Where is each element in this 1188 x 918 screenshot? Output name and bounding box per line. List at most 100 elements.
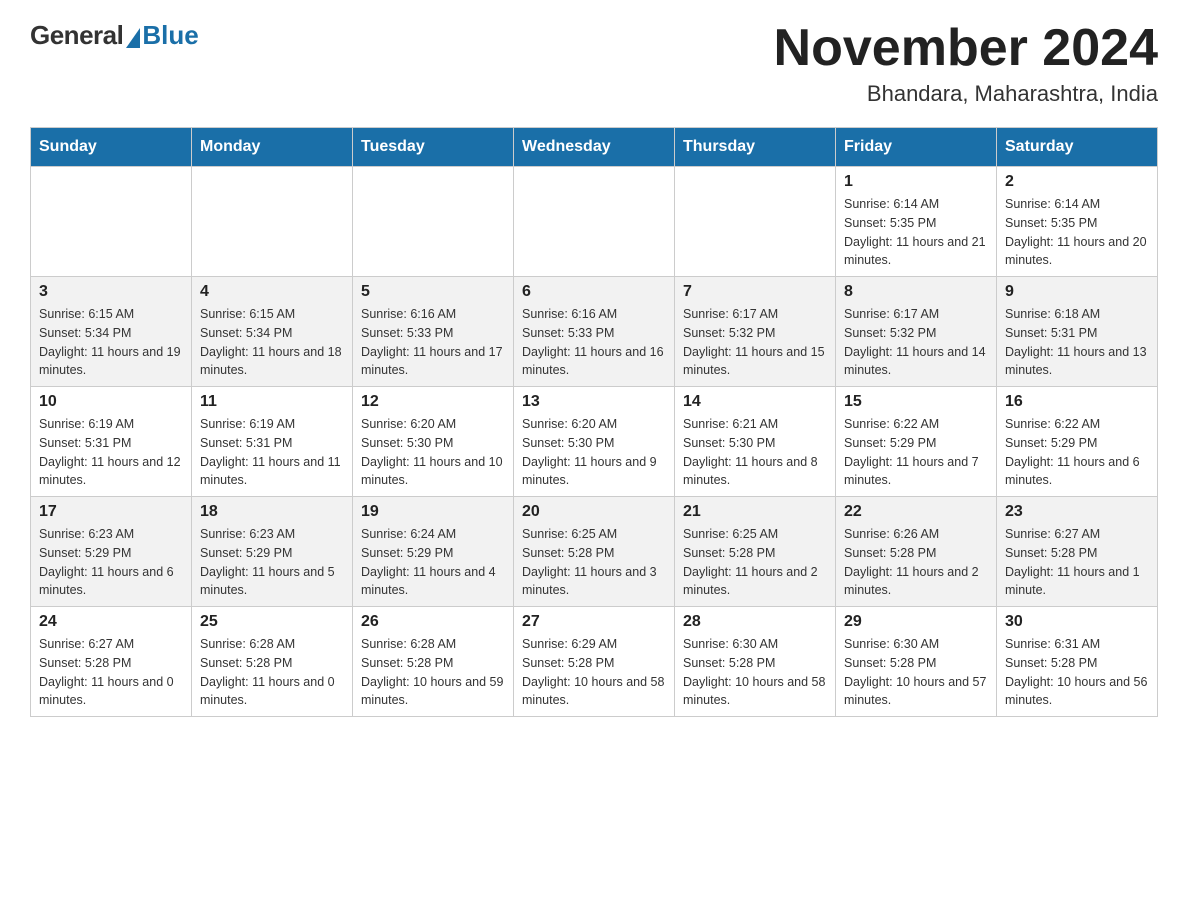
day-number: 17: [39, 503, 183, 521]
calendar-cell: 5 Sunrise: 6:16 AMSunset: 5:33 PMDaylight…: [353, 277, 514, 387]
logo: General Blue: [30, 20, 199, 51]
day-number: 2: [1005, 173, 1149, 191]
header-sunday: Sunday: [31, 128, 192, 167]
calendar-cell: [675, 167, 836, 277]
day-number: 26: [361, 613, 505, 631]
day-number: 7: [683, 283, 827, 301]
day-info: Sunrise: 6:26 AMSunset: 5:28 PMDaylight:…: [844, 525, 988, 600]
calendar-cell: 8 Sunrise: 6:17 AMSunset: 5:32 PMDaylight…: [836, 277, 997, 387]
location-title: Bhandara, Maharashtra, India: [774, 81, 1158, 107]
day-number: 30: [1005, 613, 1149, 631]
calendar-cell: 2Sunrise: 6:14 AMSunset: 5:35 PMDaylight…: [997, 167, 1158, 277]
calendar-cell: 14 Sunrise: 6:21 AMSunset: 5:30 PMDayligh…: [675, 387, 836, 497]
calendar-cell: 12Sunrise: 6:20 AMSunset: 5:30 PMDayligh…: [353, 387, 514, 497]
day-info: Sunrise: 6:20 AMSunset: 5:30 PMDaylight:…: [361, 415, 505, 490]
page-header: General Blue November 2024 Bhandara, Mah…: [30, 20, 1158, 107]
calendar-cell: 29 Sunrise: 6:30 AMSunset: 5:28 PMDayligh…: [836, 607, 997, 717]
day-number: 11: [200, 393, 344, 411]
calendar-cell: 3 Sunrise: 6:15 AMSunset: 5:34 PMDaylight…: [31, 277, 192, 387]
day-number: 28: [683, 613, 827, 631]
day-number: 5: [361, 283, 505, 301]
day-info: Sunrise: 6:28 AMSunset: 5:28 PMDaylight:…: [200, 635, 344, 710]
week-row-1: 1 Sunrise: 6:14 AMSunset: 5:35 PMDaylight…: [31, 167, 1158, 277]
day-info: Sunrise: 6:21 AMSunset: 5:30 PMDaylight:…: [683, 415, 827, 490]
header-monday: Monday: [192, 128, 353, 167]
day-number: 14: [683, 393, 827, 411]
logo-triangle-icon: [126, 28, 140, 48]
day-info: Sunrise: 6:30 AMSunset: 5:28 PMDaylight:…: [844, 635, 988, 710]
day-info: Sunrise: 6:24 AMSunset: 5:29 PMDaylight:…: [361, 525, 505, 600]
day-number: 10: [39, 393, 183, 411]
calendar-cell: 11 Sunrise: 6:19 AMSunset: 5:31 PMDayligh…: [192, 387, 353, 497]
day-info: Sunrise: 6:17 AMSunset: 5:32 PMDaylight:…: [844, 305, 988, 380]
calendar-table: SundayMondayTuesdayWednesdayThursdayFrid…: [30, 127, 1158, 717]
calendar-cell: 24Sunrise: 6:27 AMSunset: 5:28 PMDayligh…: [31, 607, 192, 717]
calendar-cell: 15Sunrise: 6:22 AMSunset: 5:29 PMDayligh…: [836, 387, 997, 497]
day-number: 29: [844, 613, 988, 631]
day-info: Sunrise: 6:29 AMSunset: 5:28 PMDaylight:…: [522, 635, 666, 710]
day-info: Sunrise: 6:30 AMSunset: 5:28 PMDaylight:…: [683, 635, 827, 710]
day-info: Sunrise: 6:15 AMSunset: 5:34 PMDaylight:…: [39, 305, 183, 380]
calendar-cell: 18 Sunrise: 6:23 AMSunset: 5:29 PMDayligh…: [192, 497, 353, 607]
calendar-cell: 13 Sunrise: 6:20 AMSunset: 5:30 PMDayligh…: [514, 387, 675, 497]
day-info: Sunrise: 6:27 AMSunset: 5:28 PMDaylight:…: [1005, 525, 1149, 600]
day-number: 1: [844, 173, 988, 191]
day-info: Sunrise: 6:18 AMSunset: 5:31 PMDaylight:…: [1005, 305, 1149, 380]
calendar-cell: 6Sunrise: 6:16 AMSunset: 5:33 PMDaylight…: [514, 277, 675, 387]
logo-general-text: General: [30, 20, 123, 51]
day-number: 8: [844, 283, 988, 301]
day-info: Sunrise: 6:25 AMSunset: 5:28 PMDaylight:…: [522, 525, 666, 600]
day-info: Sunrise: 6:16 AMSunset: 5:33 PMDaylight:…: [361, 305, 505, 380]
day-number: 20: [522, 503, 666, 521]
day-info: Sunrise: 6:20 AMSunset: 5:30 PMDaylight:…: [522, 415, 666, 490]
header-friday: Friday: [836, 128, 997, 167]
title-block: November 2024 Bhandara, Maharashtra, Ind…: [774, 20, 1158, 107]
day-number: 13: [522, 393, 666, 411]
header-thursday: Thursday: [675, 128, 836, 167]
calendar-cell: 27Sunrise: 6:29 AMSunset: 5:28 PMDayligh…: [514, 607, 675, 717]
calendar-cell: 20 Sunrise: 6:25 AMSunset: 5:28 PMDayligh…: [514, 497, 675, 607]
header-wednesday: Wednesday: [514, 128, 675, 167]
calendar-cell: 30 Sunrise: 6:31 AMSunset: 5:28 PMDayligh…: [997, 607, 1158, 717]
calendar-cell: 19Sunrise: 6:24 AMSunset: 5:29 PMDayligh…: [353, 497, 514, 607]
calendar-header-row: SundayMondayTuesdayWednesdayThursdayFrid…: [31, 128, 1158, 167]
week-row-2: 3 Sunrise: 6:15 AMSunset: 5:34 PMDaylight…: [31, 277, 1158, 387]
calendar-cell: 1 Sunrise: 6:14 AMSunset: 5:35 PMDaylight…: [836, 167, 997, 277]
week-row-4: 17 Sunrise: 6:23 AMSunset: 5:29 PMDayligh…: [31, 497, 1158, 607]
day-number: 3: [39, 283, 183, 301]
day-number: 6: [522, 283, 666, 301]
header-saturday: Saturday: [997, 128, 1158, 167]
day-info: Sunrise: 6:31 AMSunset: 5:28 PMDaylight:…: [1005, 635, 1149, 710]
week-row-3: 10 Sunrise: 6:19 AMSunset: 5:31 PMDayligh…: [31, 387, 1158, 497]
calendar-cell: 23 Sunrise: 6:27 AMSunset: 5:28 PMDayligh…: [997, 497, 1158, 607]
day-number: 22: [844, 503, 988, 521]
calendar-cell: [31, 167, 192, 277]
day-info: Sunrise: 6:22 AMSunset: 5:29 PMDaylight:…: [844, 415, 988, 490]
day-info: Sunrise: 6:23 AMSunset: 5:29 PMDaylight:…: [200, 525, 344, 600]
calendar-cell: [192, 167, 353, 277]
day-info: Sunrise: 6:23 AMSunset: 5:29 PMDaylight:…: [39, 525, 183, 600]
day-number: 23: [1005, 503, 1149, 521]
week-row-5: 24Sunrise: 6:27 AMSunset: 5:28 PMDayligh…: [31, 607, 1158, 717]
day-number: 18: [200, 503, 344, 521]
day-number: 21: [683, 503, 827, 521]
day-number: 9: [1005, 283, 1149, 301]
calendar-cell: 10Sunrise: 6:19 AMSunset: 5:31 PMDayligh…: [31, 387, 192, 497]
calendar-cell: 28 Sunrise: 6:30 AMSunset: 5:28 PMDayligh…: [675, 607, 836, 717]
day-number: 25: [200, 613, 344, 631]
day-number: 24: [39, 613, 183, 631]
calendar-cell: 16 Sunrise: 6:22 AMSunset: 5:29 PMDayligh…: [997, 387, 1158, 497]
calendar-cell: 4Sunrise: 6:15 AMSunset: 5:34 PMDaylight…: [192, 277, 353, 387]
logo-blue-text: Blue: [142, 20, 198, 51]
day-info: Sunrise: 6:22 AMSunset: 5:29 PMDaylight:…: [1005, 415, 1149, 490]
month-title: November 2024: [774, 20, 1158, 77]
calendar-cell: [353, 167, 514, 277]
day-info: Sunrise: 6:15 AMSunset: 5:34 PMDaylight:…: [200, 305, 344, 380]
day-info: Sunrise: 6:19 AMSunset: 5:31 PMDaylight:…: [200, 415, 344, 490]
day-info: Sunrise: 6:17 AMSunset: 5:32 PMDaylight:…: [683, 305, 827, 380]
day-info: Sunrise: 6:14 AMSunset: 5:35 PMDaylight:…: [844, 195, 988, 270]
calendar-cell: 7 Sunrise: 6:17 AMSunset: 5:32 PMDaylight…: [675, 277, 836, 387]
day-number: 16: [1005, 393, 1149, 411]
day-info: Sunrise: 6:28 AMSunset: 5:28 PMDaylight:…: [361, 635, 505, 710]
calendar-cell: 22 Sunrise: 6:26 AMSunset: 5:28 PMDayligh…: [836, 497, 997, 607]
